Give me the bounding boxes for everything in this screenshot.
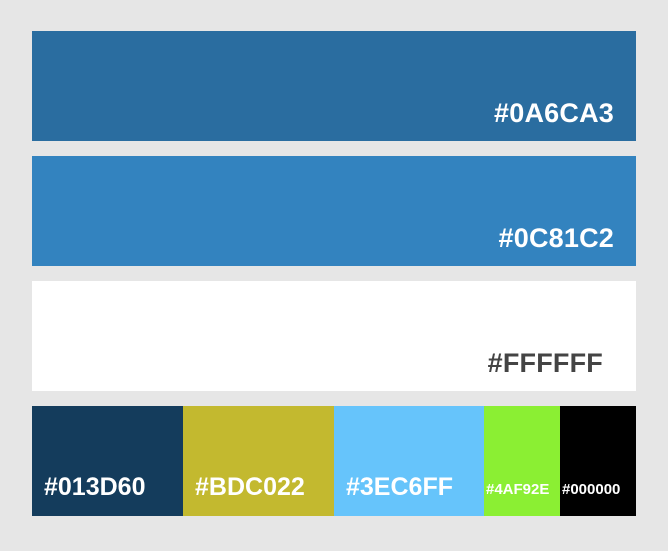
swatch-hex-label: #0A6CA3: [494, 98, 614, 128]
swatch-hex-label: #BDC022: [195, 473, 305, 501]
swatch-cell-2: #BDC022: [183, 406, 334, 516]
swatch-hex-label: #013D60: [44, 473, 146, 501]
swatch-hex-label: #4AF92E: [486, 481, 550, 498]
swatch-hex-label: #3EC6FF: [346, 473, 453, 501]
palette-canvas: #0A6CA3 #0C81C2 #FFFFFF #013D60 #BDC022 …: [0, 0, 668, 551]
swatch-hex-label: #FFFFFF: [487, 348, 603, 378]
swatch-cell-1: #013D60: [32, 406, 183, 516]
swatch-bar-1: #0A6CA3: [32, 31, 636, 141]
swatch-cell-4: #4AF92E: [484, 406, 560, 516]
swatch-bar-2: #0C81C2: [32, 156, 636, 266]
swatch-bar-3: #FFFFFF: [32, 281, 636, 391]
swatch-hex-label: #0C81C2: [498, 223, 614, 253]
swatch-hex-label: #000000: [562, 481, 621, 498]
swatch-cell-3: #3EC6FF: [334, 406, 484, 516]
swatch-strip: #013D60 #BDC022 #3EC6FF #4AF92E #000000: [32, 406, 636, 516]
swatch-cell-5: #000000: [560, 406, 636, 516]
